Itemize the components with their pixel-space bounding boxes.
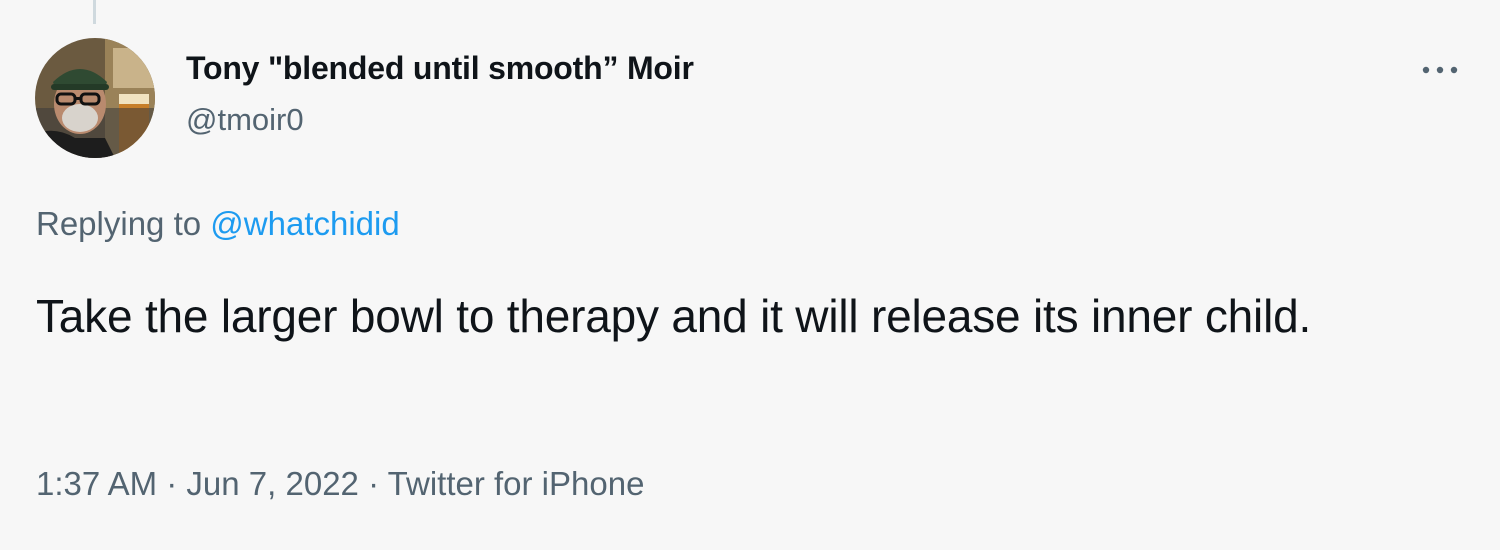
more-options-button[interactable]: [1418, 50, 1462, 90]
tweet-source-link[interactable]: Twitter for iPhone: [388, 465, 645, 502]
avatar-image: [35, 38, 155, 158]
replying-to-line: Replying to @whatchidid: [36, 205, 400, 243]
tweet-time-link[interactable]: 1:37 AM: [36, 465, 157, 502]
meta-separator: ·: [368, 465, 380, 502]
meta-separator: ·: [166, 465, 178, 502]
tweet-date-link[interactable]: Jun 7, 2022: [186, 465, 358, 502]
reply-mention-link[interactable]: @whatchidid: [210, 205, 399, 242]
author-handle[interactable]: @tmoir0: [186, 102, 304, 138]
replying-to-label: Replying to: [36, 205, 202, 242]
tweet-text: Take the larger bowl to therapy and it w…: [36, 290, 1312, 342]
thread-connector-line: [93, 0, 96, 24]
author-display-name[interactable]: Tony "blended until smooth” Moir: [186, 50, 694, 87]
avatar[interactable]: [35, 38, 155, 158]
more-horizontal-icon: [1422, 66, 1458, 74]
tweet-metadata: 1:37 AM · Jun 7, 2022 · Twitter for iPho…: [36, 465, 644, 503]
